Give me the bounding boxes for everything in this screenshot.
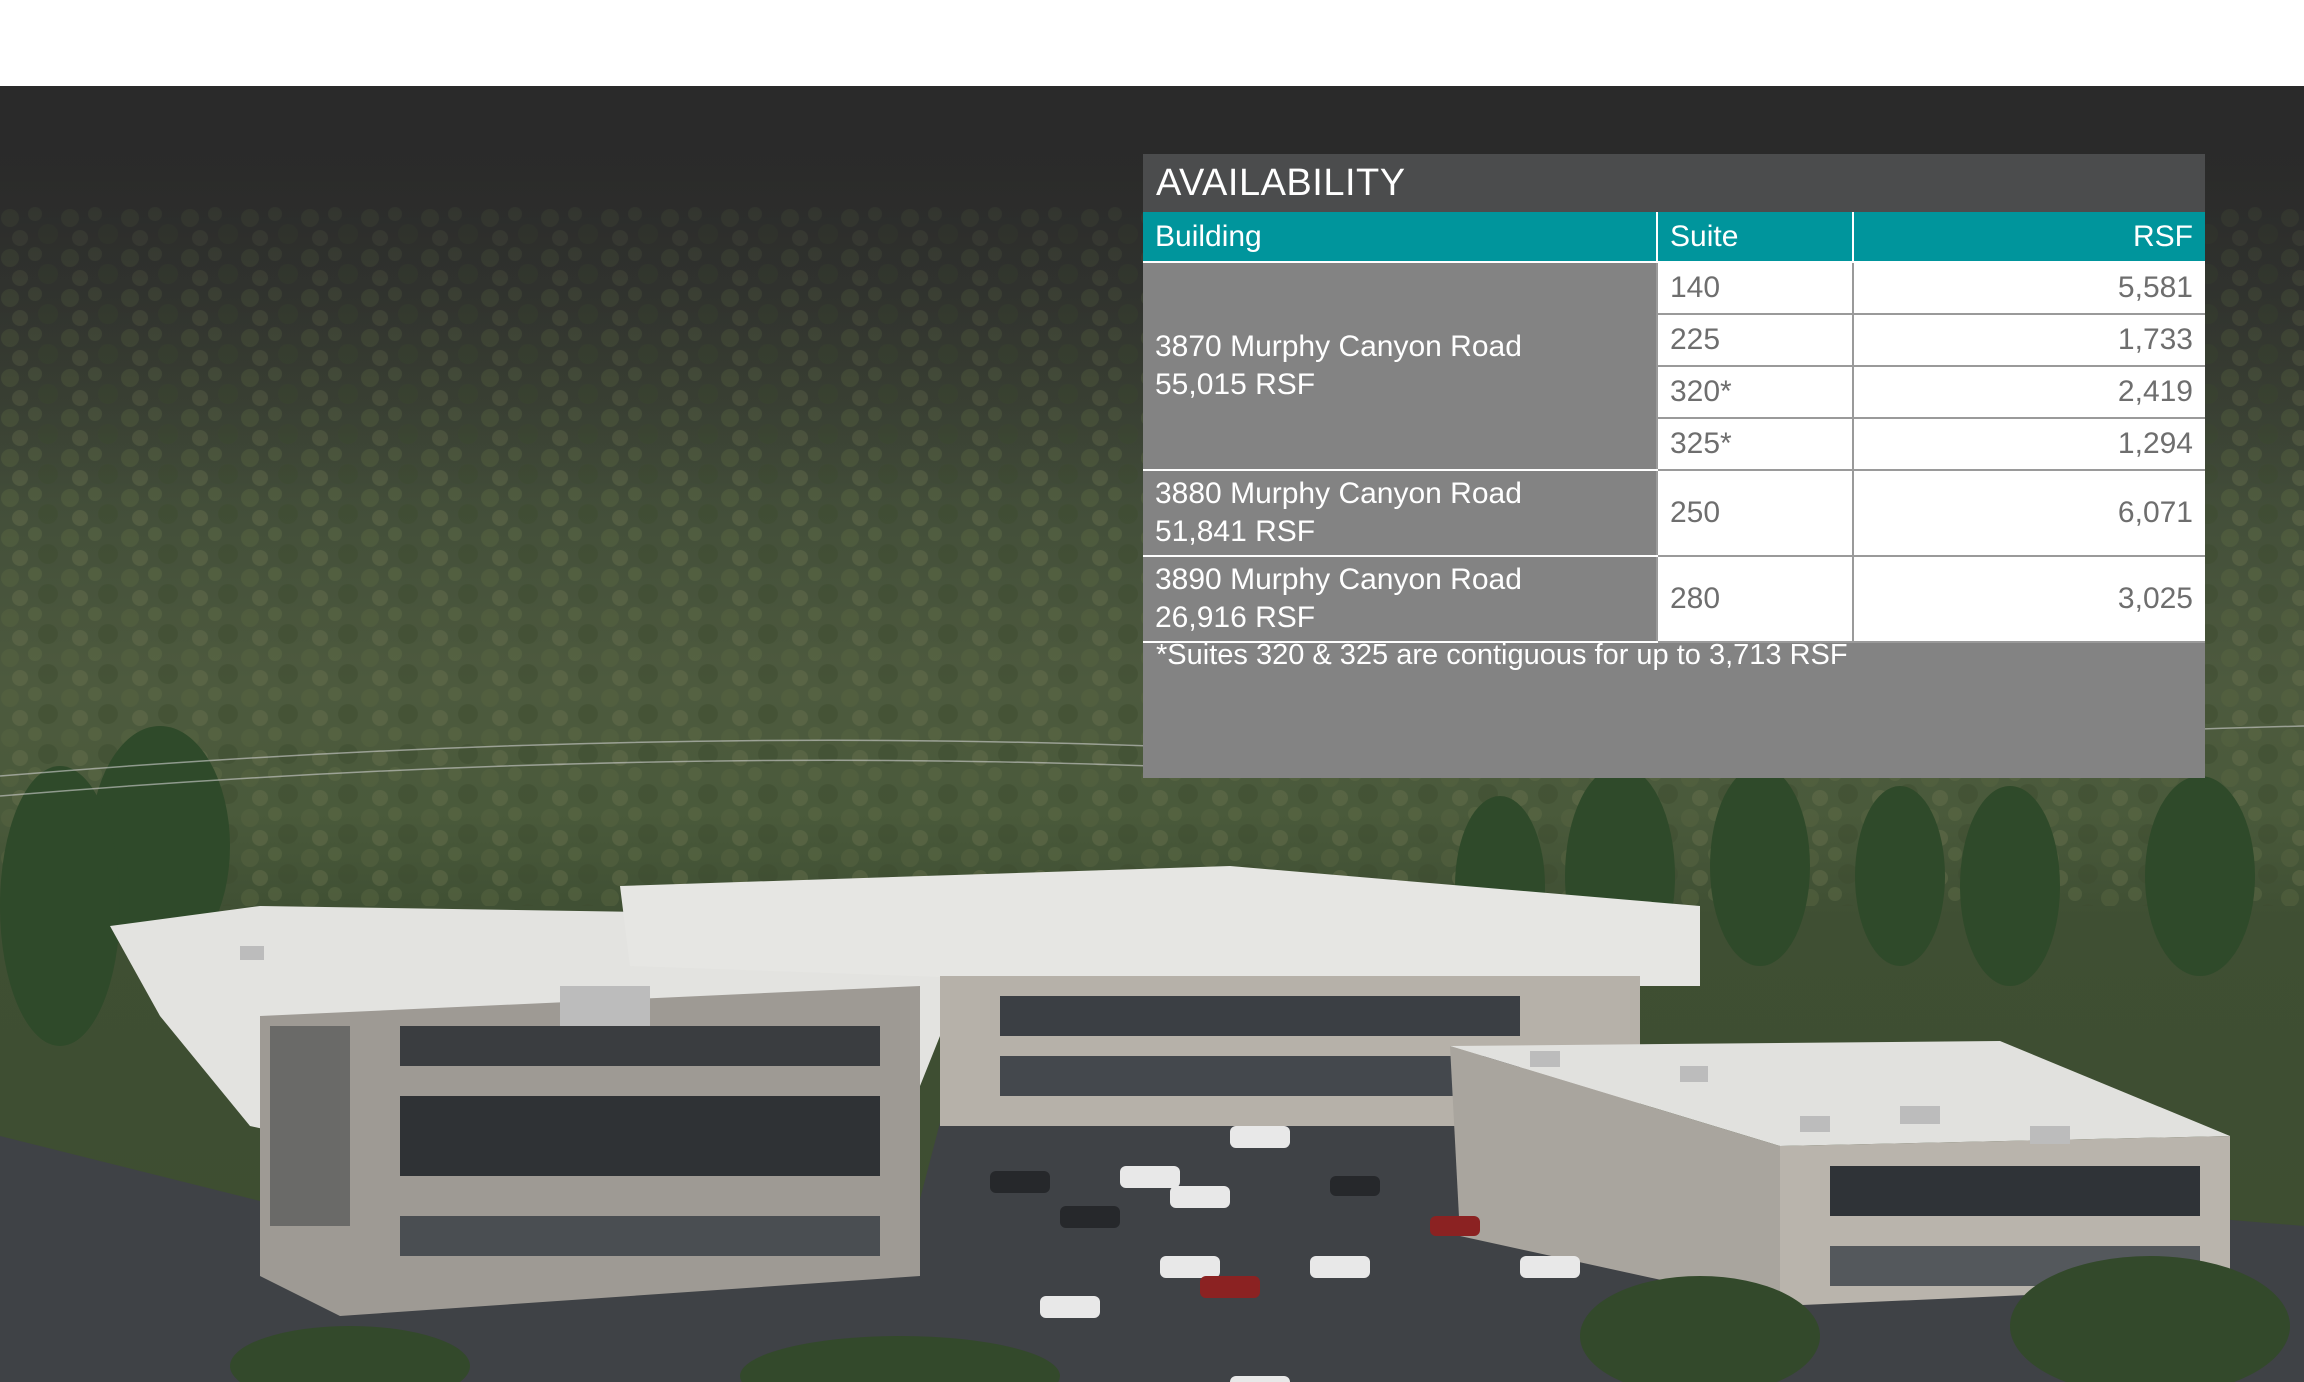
top-margin [0, 0, 2304, 86]
contiguous-suites-footnote: *Suites 320 & 325 are contiguous for up … [1156, 639, 1848, 671]
rsf-cell: 6,071 [1852, 470, 2205, 557]
availability-table: Building Suite RSF 3870 Murphy Canyon Ro… [1143, 212, 2205, 643]
suite-cell: 325* [1656, 418, 1853, 471]
suite-cell: 280 [1656, 556, 1853, 643]
building-size: 51,841 RSF [1155, 515, 1316, 548]
rsf-cell: 1,733 [1852, 314, 2205, 367]
suite-cell: 250 [1656, 470, 1853, 557]
suite-cell: 320* [1656, 366, 1853, 419]
table-row: 3890 Murphy Canyon Road 26,916 RSF 280 3… [1143, 556, 2205, 643]
building-size: 55,015 RSF [1155, 368, 1316, 401]
building-name: 3880 Murphy Canyon Road [1155, 477, 1522, 510]
availability-title: AVAILABILITY [1143, 154, 2205, 212]
rsf-cell: 1,294 [1852, 418, 2205, 471]
header-rsf: RSF [1853, 212, 2205, 263]
table-header-row: Building Suite RSF [1143, 212, 2205, 263]
building-size: 26,916 RSF [1155, 601, 1316, 634]
building-cell: 3890 Murphy Canyon Road 26,916 RSF [1143, 556, 1657, 643]
rsf-cell: 5,581 [1852, 262, 2205, 315]
building-cell: 3880 Murphy Canyon Road 51,841 RSF [1143, 470, 1657, 557]
rsf-cell: 3,025 [1852, 556, 2205, 643]
suite-cell: 225 [1656, 314, 1853, 367]
table-row: 3880 Murphy Canyon Road 51,841 RSF 250 6… [1143, 470, 2205, 557]
building-cell: 3870 Murphy Canyon Road 55,015 RSF [1143, 262, 1657, 471]
rsf-cell: 2,419 [1852, 366, 2205, 419]
building-name: 3890 Murphy Canyon Road [1155, 563, 1522, 596]
suite-cell: 140 [1656, 262, 1853, 315]
header-building: Building [1143, 212, 1658, 263]
table-row: 3870 Murphy Canyon Road 55,015 RSF 140 5… [1143, 262, 2205, 471]
availability-panel: AVAILABILITY Building Suite RSF 3870 Mur… [1143, 154, 2205, 778]
header-suite: Suite [1657, 212, 1854, 263]
building-name: 3870 Murphy Canyon Road [1155, 330, 1522, 363]
